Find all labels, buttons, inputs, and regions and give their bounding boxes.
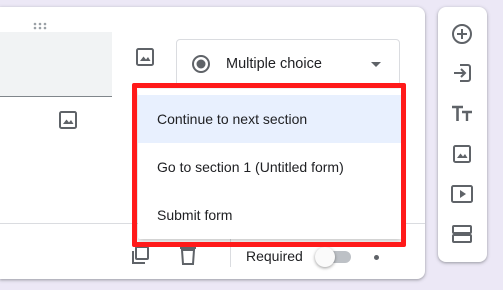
more-options-icon[interactable] bbox=[374, 255, 379, 260]
import-questions-icon bbox=[454, 64, 471, 82]
add-video-icon bbox=[451, 185, 473, 203]
question-title-input[interactable] bbox=[0, 32, 112, 97]
question-type-label: Multiple choice bbox=[226, 56, 322, 72]
add-question-icon bbox=[452, 24, 472, 44]
highlight-annotation bbox=[132, 83, 406, 247]
add-section-button[interactable] bbox=[450, 222, 474, 246]
add-video-button[interactable] bbox=[450, 182, 474, 206]
required-label: Required bbox=[246, 248, 303, 264]
drag-handle-icon[interactable] bbox=[33, 22, 47, 30]
image-icon bbox=[59, 111, 77, 129]
import-questions-button[interactable] bbox=[450, 61, 474, 85]
add-title-button[interactable] bbox=[450, 102, 474, 126]
add-section-icon bbox=[452, 225, 472, 243]
add-image-button[interactable] bbox=[450, 142, 474, 166]
add-image-to-question-button[interactable] bbox=[133, 45, 157, 69]
add-image-icon bbox=[453, 145, 471, 163]
trash-icon bbox=[180, 247, 196, 265]
copy-icon bbox=[132, 246, 149, 264]
question-type-select[interactable]: Multiple choice bbox=[176, 39, 400, 88]
required-toggle[interactable] bbox=[315, 247, 353, 267]
add-title-icon bbox=[452, 105, 472, 121]
image-icon bbox=[136, 48, 154, 66]
toggle-thumb bbox=[315, 247, 335, 267]
add-image-to-option-button[interactable] bbox=[56, 108, 80, 132]
add-question-button[interactable] bbox=[450, 22, 474, 46]
chevron-down-icon bbox=[371, 62, 381, 67]
radio-button-icon bbox=[192, 55, 210, 73]
floating-toolbar bbox=[438, 7, 487, 262]
